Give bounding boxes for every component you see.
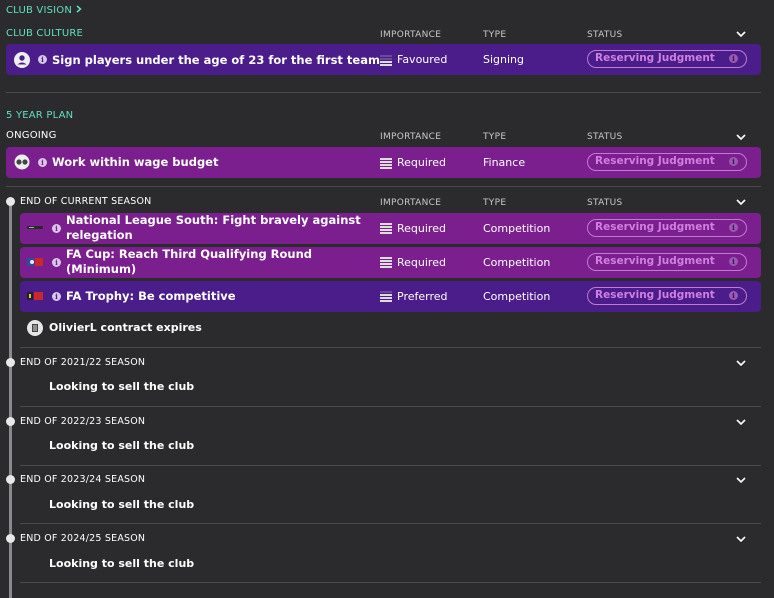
type-value: Competition — [483, 222, 551, 235]
importance-column-header: IMPORTANCE — [380, 132, 442, 142]
season-objective-text: Looking to sell the club — [49, 439, 195, 452]
importance-bars-icon — [380, 223, 392, 234]
objective-title: National League South: Fight bravely aga… — [66, 213, 361, 242]
season-heading: END OF 2023/24 SEASON — [20, 474, 146, 485]
status-text: Reserving Judgment — [595, 289, 715, 301]
importance-value: Preferred — [397, 290, 448, 303]
status-column-header: STATUS — [587, 132, 623, 142]
status-badge[interactable]: Reserving Judgment i — [587, 153, 747, 171]
section-divider — [20, 523, 761, 524]
club-vision-label: CLUB VISION — [6, 5, 73, 16]
importance-column-header: IMPORTANCE — [380, 30, 442, 40]
type-column-header: TYPE — [483, 198, 507, 208]
club-vision-link[interactable]: CLUB VISION — [6, 5, 83, 16]
person-icon — [14, 52, 30, 68]
chevron-down-icon[interactable] — [736, 31, 746, 37]
status-text: Reserving Judgment — [595, 52, 715, 64]
season-objective-text: Looking to sell the club — [49, 380, 195, 393]
importance-bars-icon — [380, 257, 392, 268]
contract-expiry-note[interactable]: OlivierL contract expires — [49, 321, 202, 334]
document-icon — [27, 320, 43, 336]
status-badge[interactable]: Reserving Judgment i — [587, 50, 747, 68]
status-badge[interactable]: Reserving Judgment i — [587, 253, 747, 271]
status-text: Reserving Judgment — [595, 255, 715, 267]
importance-value: Favoured — [397, 53, 448, 66]
status-badge[interactable]: Reserving Judgment i — [587, 219, 747, 237]
timeline-dot — [6, 358, 15, 367]
season-objective-row[interactable]: i FA Cup: Reach Third Qualifying Round (… — [20, 247, 761, 278]
section-divider — [20, 406, 761, 407]
importance-value: Required — [397, 256, 446, 269]
objective-title: FA Trophy: Be competitive — [66, 289, 236, 303]
info-icon[interactable]: i — [52, 258, 61, 267]
timeline-dot — [6, 197, 15, 206]
chevron-down-icon[interactable] — [736, 199, 746, 205]
season-objective-text: Looking to sell the club — [49, 498, 195, 511]
info-icon[interactable]: i — [52, 292, 61, 301]
status-text: Reserving Judgment — [595, 221, 715, 233]
season-objective-row[interactable]: i FA Trophy: Be competitive Preferred Co… — [20, 281, 761, 312]
fa-trophy-logo-icon — [27, 292, 43, 300]
status-text: Reserving Judgment — [595, 155, 715, 167]
club-culture-heading: CLUB CULTURE — [6, 28, 84, 39]
objective-title: FA Cup: Reach Third Qualifying Round (Mi… — [66, 247, 313, 276]
section-divider — [20, 465, 761, 466]
info-icon[interactable]: i — [38, 158, 47, 167]
type-value: Signing — [483, 53, 525, 66]
timeline-dot — [6, 417, 15, 426]
info-icon: i — [729, 291, 738, 300]
chevron-down-icon[interactable] — [736, 360, 746, 366]
type-column-header: TYPE — [483, 30, 507, 40]
ongoing-row[interactable]: i Work within wage budget Required Finan… — [6, 147, 761, 178]
season-heading: END OF 2024/25 SEASON — [20, 533, 146, 544]
section-divider — [20, 582, 761, 583]
wage-icon — [14, 154, 30, 170]
type-value: Competition — [483, 290, 551, 303]
league-logo-icon — [27, 226, 43, 229]
chevron-down-icon[interactable] — [736, 477, 746, 483]
info-icon: i — [729, 257, 738, 266]
objective-title: Work within wage budget — [52, 155, 219, 169]
fa-cup-logo-icon — [27, 258, 43, 266]
five-year-plan-heading: 5 YEAR PLAN — [6, 110, 74, 121]
info-icon: i — [729, 54, 738, 63]
club-culture-row[interactable]: i Sign players under the age of 23 for t… — [6, 44, 761, 75]
objective-title: Sign players under the age of 23 for the… — [52, 53, 380, 67]
chevron-down-icon[interactable] — [736, 419, 746, 425]
season-objective-text: Looking to sell the club — [49, 557, 195, 570]
importance-column-header: IMPORTANCE — [380, 198, 442, 208]
timeline-dot — [6, 534, 15, 543]
status-badge[interactable]: Reserving Judgment i — [587, 287, 747, 305]
ongoing-heading: ONGOING — [6, 130, 57, 141]
chevron-right-icon — [76, 5, 83, 13]
section-divider — [6, 186, 761, 187]
importance-value: Required — [397, 156, 446, 169]
season-heading: END OF 2021/22 SEASON — [20, 357, 146, 368]
timeline-dot — [6, 475, 15, 484]
chevron-down-icon[interactable] — [736, 134, 746, 140]
type-value: Finance — [483, 156, 526, 169]
info-icon[interactable]: i — [38, 55, 47, 64]
importance-bars-icon — [380, 291, 392, 302]
current-season-heading: END OF CURRENT SEASON — [20, 196, 152, 207]
status-column-header: STATUS — [587, 198, 623, 208]
section-divider — [6, 92, 761, 93]
season-objective-row[interactable]: i National League South: Fight bravely a… — [20, 213, 761, 244]
type-value: Competition — [483, 256, 551, 269]
importance-bars-icon — [380, 55, 392, 66]
info-icon: i — [729, 223, 738, 232]
season-heading: END OF 2022/23 SEASON — [20, 416, 146, 427]
importance-value: Required — [397, 222, 446, 235]
chevron-down-icon[interactable] — [736, 536, 746, 542]
importance-bars-icon — [380, 158, 392, 169]
info-icon[interactable]: i — [52, 224, 61, 233]
info-icon: i — [729, 157, 738, 166]
type-column-header: TYPE — [483, 132, 507, 142]
section-divider — [20, 347, 761, 348]
status-column-header: STATUS — [587, 30, 623, 40]
